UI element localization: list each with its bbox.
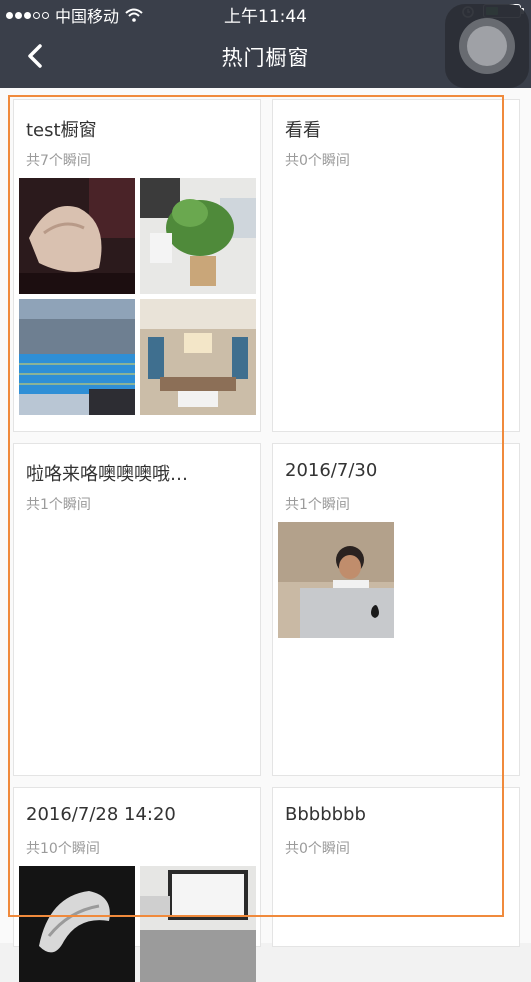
photo-thumbnail[interactable] — [140, 299, 256, 415]
photo-thumbnail[interactable] — [19, 178, 135, 294]
assistive-touch-button[interactable] — [445, 4, 529, 88]
window-count: 共7个瞬间 — [26, 153, 91, 169]
window-name: test橱窗 — [26, 120, 97, 141]
window-count: 共1个瞬间 — [26, 497, 91, 513]
window-name: 看看 — [285, 120, 321, 141]
window-count: 共10个瞬间 — [26, 841, 100, 857]
window-name: 2016/7/30 — [285, 460, 378, 481]
window-card[interactable]: 看看 共0个瞬间 — [272, 99, 520, 432]
window-count: 共0个瞬间 — [285, 153, 350, 169]
window-card[interactable]: 2016/7/30 共1个瞬间 — [272, 443, 520, 776]
photo-thumbnail[interactable] — [19, 299, 135, 415]
window-card[interactable]: 啦咯来咯噢噢噢哦… 共1个瞬间 — [13, 443, 261, 776]
window-card[interactable]: 2016/7/28 14:20 共10个瞬间 — [13, 787, 261, 982]
window-card[interactable]: Bbbbbbb 共0个瞬间 — [272, 787, 520, 947]
window-card[interactable]: test橱窗 共7个瞬间 — [13, 99, 261, 432]
window-count: 共0个瞬间 — [285, 841, 350, 857]
photo-thumbnail[interactable] — [140, 178, 256, 294]
photo-thumbnail[interactable] — [278, 522, 394, 638]
window-name: 2016/7/28 14:20 — [26, 804, 176, 825]
photo-thumbnail[interactable] — [140, 866, 256, 982]
window-grid: test橱窗 共7个瞬间 看看 共0个瞬间 啦咯来咯噢噢噢哦… 共1个瞬间 20… — [0, 88, 531, 982]
window-count: 共1个瞬间 — [285, 497, 350, 513]
window-name: 啦咯来咯噢噢噢哦… — [26, 464, 188, 485]
photo-thumbnail[interactable] — [19, 866, 135, 982]
window-name: Bbbbbbb — [285, 804, 366, 825]
